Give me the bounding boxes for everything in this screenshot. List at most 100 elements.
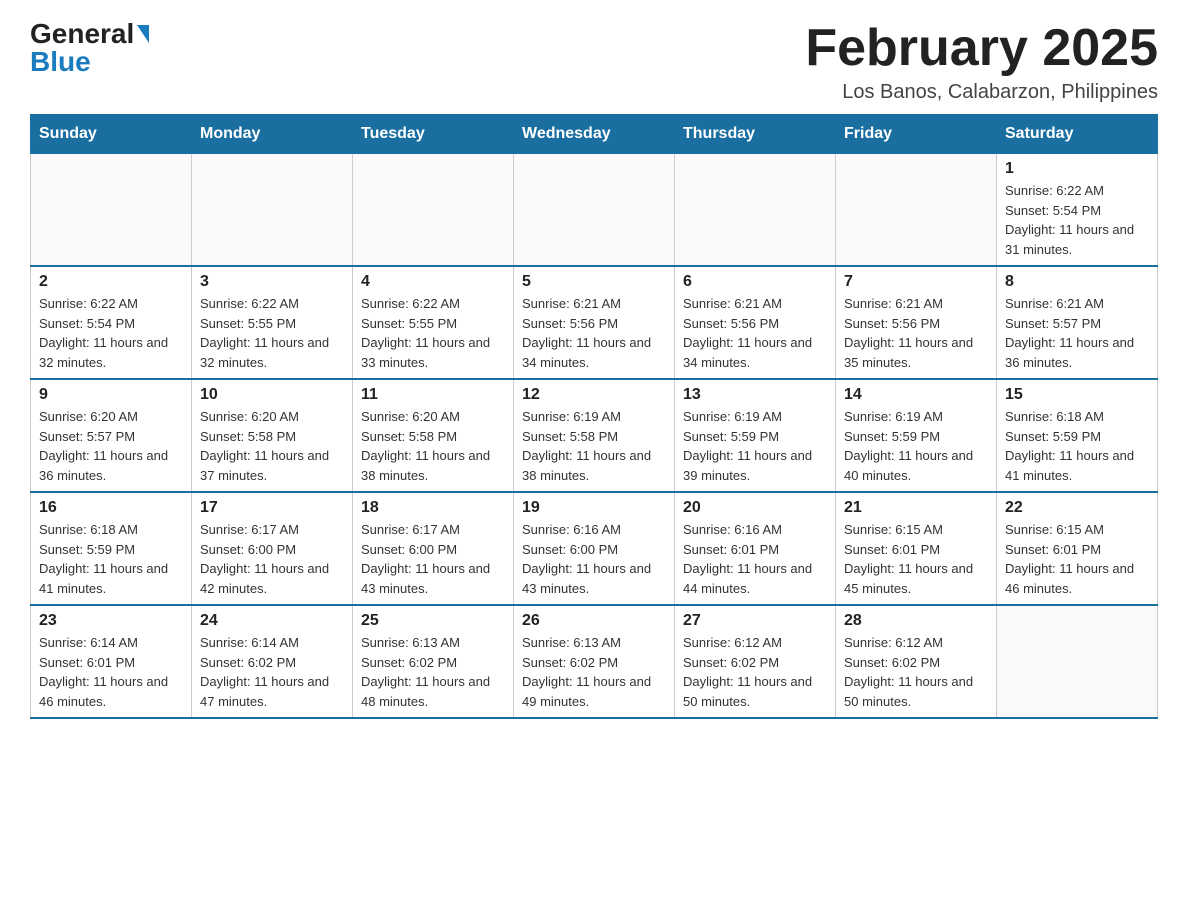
- day-info: Sunrise: 6:12 AMSunset: 6:02 PMDaylight:…: [683, 633, 827, 711]
- calendar-week-row: 9 Sunrise: 6:20 AMSunset: 5:57 PMDaylight…: [31, 379, 1158, 492]
- logo-blue: Blue: [30, 48, 91, 76]
- weekday-header-thursday: Thursday: [675, 115, 836, 154]
- calendar-week-row: 1 Sunrise: 6:22 AMSunset: 5:54 PMDaylight…: [31, 154, 1158, 267]
- weekday-header-monday: Monday: [192, 115, 353, 154]
- day-number: 5: [522, 273, 666, 291]
- day-info: Sunrise: 6:19 AMSunset: 5:58 PMDaylight:…: [522, 407, 666, 485]
- location-title: Los Banos, Calabarzon, Philippines: [805, 81, 1158, 104]
- day-number: 12: [522, 386, 666, 404]
- calendar-day-16: 16Sunrise: 6:18 AMSunset: 5:59 PMDayligh…: [31, 492, 192, 605]
- day-number: 2: [39, 273, 183, 291]
- calendar-day-15: 15 Sunrise: 6:18 AMSunset: 5:59 PMDayligh…: [997, 379, 1158, 492]
- day-number: 4: [361, 273, 505, 291]
- day-number: 1: [1005, 160, 1149, 178]
- calendar-empty-cell: [353, 154, 514, 267]
- day-info: Sunrise: 6:21 AMSunset: 5:56 PMDaylight:…: [522, 294, 666, 372]
- calendar-day-25: 25 Sunrise: 6:13 AMSunset: 6:02 PMDayligh…: [353, 605, 514, 718]
- day-number: 8: [1005, 273, 1149, 291]
- calendar-day-20: 20Sunrise: 6:16 AMSunset: 6:01 PMDayligh…: [675, 492, 836, 605]
- calendar-day-9: 9 Sunrise: 6:20 AMSunset: 5:57 PMDaylight…: [31, 379, 192, 492]
- calendar-empty-cell: [514, 154, 675, 267]
- calendar-week-row: 23 Sunrise: 6:14 AMSunset: 6:01 PMDayligh…: [31, 605, 1158, 718]
- calendar-day-8: 8Sunrise: 6:21 AMSunset: 5:57 PMDaylight…: [997, 266, 1158, 379]
- day-info: Sunrise: 6:22 AMSunset: 5:55 PMDaylight:…: [361, 294, 505, 372]
- day-number: 14: [844, 386, 988, 404]
- calendar-day-1: 1 Sunrise: 6:22 AMSunset: 5:54 PMDaylight…: [997, 154, 1158, 267]
- day-number: 15: [1005, 386, 1149, 404]
- calendar-day-7: 7Sunrise: 6:21 AMSunset: 5:56 PMDaylight…: [836, 266, 997, 379]
- day-number: 25: [361, 612, 505, 630]
- calendar-day-28: 28 Sunrise: 6:12 AMSunset: 6:02 PMDayligh…: [836, 605, 997, 718]
- month-title: February 2025: [805, 20, 1158, 77]
- day-number: 3: [200, 273, 344, 291]
- day-info: Sunrise: 6:22 AMSunset: 5:55 PMDaylight:…: [200, 294, 344, 372]
- calendar-day-19: 19Sunrise: 6:16 AMSunset: 6:00 PMDayligh…: [514, 492, 675, 605]
- calendar-empty-cell: [192, 154, 353, 267]
- day-info: Sunrise: 6:13 AMSunset: 6:02 PMDaylight:…: [522, 633, 666, 711]
- day-info: Sunrise: 6:14 AMSunset: 6:02 PMDaylight:…: [200, 633, 344, 711]
- day-number: 21: [844, 499, 988, 517]
- day-info: Sunrise: 6:21 AMSunset: 5:56 PMDaylight:…: [683, 294, 827, 372]
- day-number: 17: [200, 499, 344, 517]
- day-number: 6: [683, 273, 827, 291]
- day-number: 18: [361, 499, 505, 517]
- day-info: Sunrise: 6:15 AMSunset: 6:01 PMDaylight:…: [1005, 520, 1149, 598]
- day-number: 23: [39, 612, 183, 630]
- day-info: Sunrise: 6:17 AMSunset: 6:00 PMDaylight:…: [200, 520, 344, 598]
- calendar-day-11: 11Sunrise: 6:20 AMSunset: 5:58 PMDayligh…: [353, 379, 514, 492]
- day-info: Sunrise: 6:20 AMSunset: 5:57 PMDaylight:…: [39, 407, 183, 485]
- calendar-empty-cell: [836, 154, 997, 267]
- day-info: Sunrise: 6:15 AMSunset: 6:01 PMDaylight:…: [844, 520, 988, 598]
- day-info: Sunrise: 6:19 AMSunset: 5:59 PMDaylight:…: [683, 407, 827, 485]
- calendar-day-18: 18 Sunrise: 6:17 AMSunset: 6:00 PMDayligh…: [353, 492, 514, 605]
- calendar-day-6: 6 Sunrise: 6:21 AMSunset: 5:56 PMDaylight…: [675, 266, 836, 379]
- logo: General Blue: [30, 20, 149, 76]
- day-info: Sunrise: 6:21 AMSunset: 5:56 PMDaylight:…: [844, 294, 988, 372]
- calendar-day-10: 10 Sunrise: 6:20 AMSunset: 5:58 PMDayligh…: [192, 379, 353, 492]
- day-number: 28: [844, 612, 988, 630]
- logo-triangle-icon: [137, 25, 149, 43]
- title-area: February 2025 Los Banos, Calabarzon, Phi…: [805, 20, 1158, 104]
- calendar-day-4: 4 Sunrise: 6:22 AMSunset: 5:55 PMDaylight…: [353, 266, 514, 379]
- calendar-week-row: 16Sunrise: 6:18 AMSunset: 5:59 PMDayligh…: [31, 492, 1158, 605]
- day-number: 27: [683, 612, 827, 630]
- calendar-empty-cell: [31, 154, 192, 267]
- calendar-empty-cell: [997, 605, 1158, 718]
- day-info: Sunrise: 6:17 AMSunset: 6:00 PMDaylight:…: [361, 520, 505, 598]
- weekday-header-saturday: Saturday: [997, 115, 1158, 154]
- day-number: 24: [200, 612, 344, 630]
- day-info: Sunrise: 6:18 AMSunset: 5:59 PMDaylight:…: [1005, 407, 1149, 485]
- day-number: 19: [522, 499, 666, 517]
- day-info: Sunrise: 6:16 AMSunset: 6:01 PMDaylight:…: [683, 520, 827, 598]
- day-info: Sunrise: 6:13 AMSunset: 6:02 PMDaylight:…: [361, 633, 505, 711]
- day-number: 22: [1005, 499, 1149, 517]
- calendar-day-2: 2 Sunrise: 6:22 AMSunset: 5:54 PMDaylight…: [31, 266, 192, 379]
- calendar-day-13: 13 Sunrise: 6:19 AMSunset: 5:59 PMDayligh…: [675, 379, 836, 492]
- day-info: Sunrise: 6:19 AMSunset: 5:59 PMDaylight:…: [844, 407, 988, 485]
- calendar-day-27: 27 Sunrise: 6:12 AMSunset: 6:02 PMDayligh…: [675, 605, 836, 718]
- day-info: Sunrise: 6:12 AMSunset: 6:02 PMDaylight:…: [844, 633, 988, 711]
- day-info: Sunrise: 6:22 AMSunset: 5:54 PMDaylight:…: [1005, 181, 1149, 259]
- calendar-day-23: 23 Sunrise: 6:14 AMSunset: 6:01 PMDayligh…: [31, 605, 192, 718]
- calendar-table: SundayMondayTuesdayWednesdayThursdayFrid…: [30, 114, 1158, 719]
- day-info: Sunrise: 6:14 AMSunset: 6:01 PMDaylight:…: [39, 633, 183, 711]
- calendar-empty-cell: [675, 154, 836, 267]
- day-info: Sunrise: 6:20 AMSunset: 5:58 PMDaylight:…: [361, 407, 505, 485]
- day-info: Sunrise: 6:22 AMSunset: 5:54 PMDaylight:…: [39, 294, 183, 372]
- day-number: 9: [39, 386, 183, 404]
- calendar-day-24: 24 Sunrise: 6:14 AMSunset: 6:02 PMDayligh…: [192, 605, 353, 718]
- calendar-day-3: 3 Sunrise: 6:22 AMSunset: 5:55 PMDaylight…: [192, 266, 353, 379]
- calendar-day-12: 12 Sunrise: 6:19 AMSunset: 5:58 PMDayligh…: [514, 379, 675, 492]
- calendar-day-26: 26Sunrise: 6:13 AMSunset: 6:02 PMDayligh…: [514, 605, 675, 718]
- calendar-day-21: 21 Sunrise: 6:15 AMSunset: 6:01 PMDayligh…: [836, 492, 997, 605]
- day-number: 13: [683, 386, 827, 404]
- calendar-day-17: 17 Sunrise: 6:17 AMSunset: 6:00 PMDayligh…: [192, 492, 353, 605]
- calendar-day-22: 22 Sunrise: 6:15 AMSunset: 6:01 PMDayligh…: [997, 492, 1158, 605]
- day-info: Sunrise: 6:20 AMSunset: 5:58 PMDaylight:…: [200, 407, 344, 485]
- calendar-day-5: 5 Sunrise: 6:21 AMSunset: 5:56 PMDaylight…: [514, 266, 675, 379]
- day-number: 10: [200, 386, 344, 404]
- weekday-header-sunday: Sunday: [31, 115, 192, 154]
- calendar-week-row: 2 Sunrise: 6:22 AMSunset: 5:54 PMDaylight…: [31, 266, 1158, 379]
- weekday-header-friday: Friday: [836, 115, 997, 154]
- day-number: 16: [39, 499, 183, 517]
